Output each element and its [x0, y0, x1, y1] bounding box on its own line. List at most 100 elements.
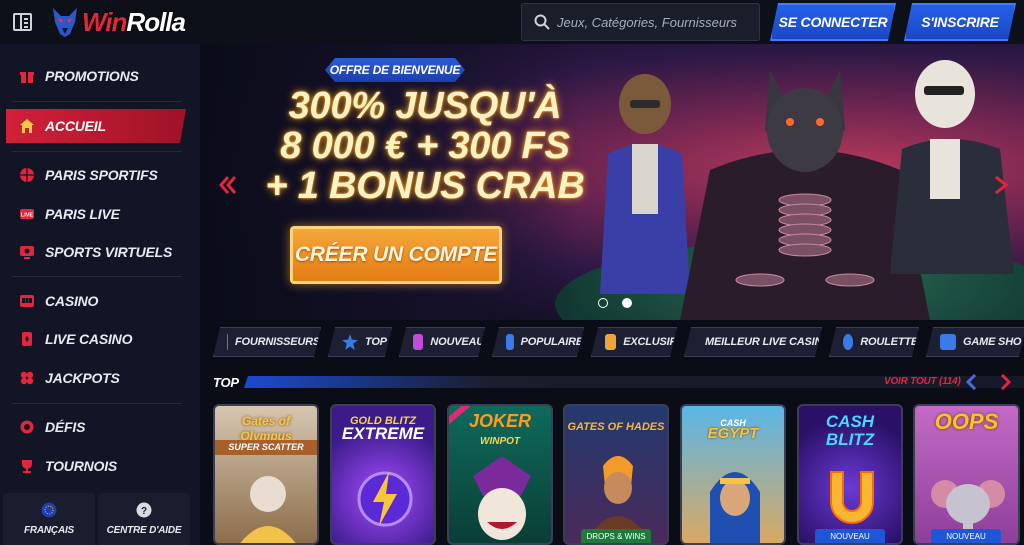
game-card-gold-blitz-extreme[interactable]: GOLD BLITZ EXTREME	[330, 404, 436, 545]
signup-button[interactable]: S'INSCRIRE	[904, 3, 1016, 41]
divider	[12, 101, 182, 102]
game-subtitle: EGYPT	[707, 425, 759, 442]
category-chip-nouveau[interactable]: NOUVEAU	[399, 327, 485, 357]
help-center-button[interactable]: ? CENTRE D'AIDE	[98, 493, 190, 545]
game-badge: NOUVEAU	[815, 529, 885, 543]
sidebar-item-promotions[interactable]: PROMOTIONS	[0, 59, 200, 93]
category-label: EXCLUSIF	[623, 336, 676, 348]
game-badge: NOUVEAU	[931, 529, 1001, 543]
language-selector[interactable]: FRANÇAIS	[3, 493, 95, 545]
offer-tag: OFFRE DE BIENVENUE	[325, 58, 465, 82]
logo-text-red: Win	[82, 6, 127, 37]
sidebar-item-label: PARIS SPORTIFS	[45, 167, 158, 183]
cards-icon	[19, 331, 35, 347]
hero-next-arrow-icon[interactable]	[992, 175, 1012, 195]
zeus-illustration	[240, 476, 296, 543]
help-label: CENTRE D'AIDE	[106, 525, 182, 536]
star-icon	[342, 334, 358, 350]
game-title: JOKER	[468, 411, 531, 431]
game-card-joker-winpot[interactable]: JOKER WINPOT	[447, 404, 553, 545]
character-illustration-right	[890, 60, 1014, 274]
sidebar-item-paris-sportifs[interactable]: PARIS SPORTIFS	[0, 158, 200, 192]
sidebar-item-accueil[interactable]: ACCUEIL	[6, 109, 186, 143]
top-section-header: TOP VOIR TOUT (114)	[200, 364, 1024, 400]
sidebar-item-label: SPORTS VIRTUELS	[45, 244, 173, 260]
see-all-link[interactable]: VOIR TOUT (114)	[884, 376, 961, 387]
search-input[interactable]	[557, 14, 747, 30]
menu-toggle-icon[interactable]	[13, 13, 32, 31]
sidebar: PROMOTIONS ACCUEIL PARIS SPORTIFS LIVE P…	[0, 44, 200, 545]
games-next-arrow-icon[interactable]	[996, 374, 1014, 390]
logo-text-white: Rolla	[126, 6, 186, 37]
sidebar-item-label: ACCUEIL	[45, 118, 106, 134]
login-button[interactable]: SE CONNECTER	[770, 3, 896, 41]
category-chip-roulette[interactable]: ROULETTE	[829, 327, 919, 357]
sidebar-item-label: LIVE CASINO	[45, 331, 133, 347]
category-chip-exclusif[interactable]: EXCLUSIF	[591, 327, 677, 357]
hero-banner[interactable]: OFFRE DE BIENVENUE 300% JUSQU'À 8 000 € …	[200, 44, 1024, 320]
category-bar: FOURNISSEURS TOP NOUVEAU POPULAIRE EXCLU…	[200, 320, 1024, 364]
home-icon	[19, 118, 35, 134]
exclusive-icon	[605, 334, 616, 350]
virtual-sports-icon	[19, 244, 35, 260]
hero-title-line2: 8 000 € + 300 FS	[280, 125, 570, 167]
slide-dot-2[interactable]	[622, 298, 632, 308]
create-account-button[interactable]: CRÉER UN COMPTE	[290, 226, 502, 284]
lightning-bolt-illustration	[357, 471, 413, 527]
game-card-gates-of-olympus[interactable]: Gates of Olympus SUPER SCATTER	[213, 404, 319, 545]
search-box[interactable]	[521, 3, 760, 41]
help-icon: ?	[136, 502, 152, 518]
live-icon: LIVE	[19, 206, 35, 222]
cleopatra-illustration	[710, 472, 760, 543]
new-icon	[413, 334, 423, 350]
gift-icon	[19, 68, 35, 84]
game-subtitle: EXTREME	[341, 424, 425, 443]
logo-text: WinRolla	[82, 6, 186, 38]
game-show-icon	[940, 334, 956, 350]
category-chip-game-show[interactable]: GAME SHO	[926, 327, 1024, 357]
category-label: POPULAIRE	[520, 336, 583, 348]
hero-title: 300% JUSQU'À 8 000 € + 300 FS + 1 BONUS …	[260, 86, 590, 206]
divider	[12, 151, 182, 152]
slot-machine-icon	[19, 293, 35, 309]
language-label: FRANÇAIS	[23, 525, 75, 536]
slide-dots	[598, 298, 632, 308]
search-icon	[534, 14, 550, 30]
category-chip-meilleur-live-casino[interactable]: MEILLEUR LIVE CASINO	[684, 327, 822, 357]
category-label: NOUVEAU	[430, 336, 484, 348]
game-card-gates-of-hades[interactable]: GATES OF HADES DROPS & WINS	[563, 404, 669, 545]
sidebar-item-paris-live[interactable]: LIVE PARIS LIVE	[0, 197, 200, 231]
category-chip-top[interactable]: TOP	[328, 327, 392, 357]
game-card-cash-egypt[interactable]: CASH EGYPT	[680, 404, 786, 545]
sidebar-item-live-casino[interactable]: LIVE CASINO	[0, 322, 200, 356]
games-prev-arrow-icon[interactable]	[964, 374, 982, 390]
sidebar-item-tournois[interactable]: TOURNOIS	[0, 449, 200, 483]
logo[interactable]: WinRolla	[50, 4, 186, 40]
game-card-cash-blitz[interactable]: CASH BLITZ NOUVEAU	[797, 404, 903, 545]
game-card-oops[interactable]: OOPS NOUVEAU	[913, 404, 1020, 545]
svg-text:?: ?	[141, 506, 147, 517]
sidebar-item-sports-virtuels[interactable]: SPORTS VIRTUELS	[0, 235, 200, 269]
divider	[12, 403, 182, 404]
game-subtitle: SUPER SCATTER	[215, 440, 317, 455]
top-bar: WinRolla SE CONNECTER S'INSCRIRE	[0, 0, 1024, 44]
eu-flag-icon	[41, 502, 57, 518]
providers-icon	[227, 334, 228, 350]
category-chip-populaire[interactable]: POPULAIRE	[492, 327, 584, 357]
slide-dot-1[interactable]	[598, 298, 608, 308]
sidebar-item-label: DÉFIS	[45, 419, 86, 435]
category-chip-fournisseurs[interactable]: FOURNISSEURS	[213, 327, 321, 357]
joker-illustration	[473, 456, 531, 540]
hero-prev-arrow-icon[interactable]	[218, 175, 238, 195]
divider	[12, 276, 182, 277]
basketball-icon	[19, 167, 35, 183]
sidebar-item-defis[interactable]: DÉFIS	[0, 410, 200, 444]
game-title: CASH	[825, 412, 875, 431]
trophy-icon	[19, 458, 35, 474]
sidebar-item-jackpots[interactable]: JACKPOTS	[0, 361, 200, 395]
sidebar-item-label: PARIS LIVE	[45, 206, 120, 222]
clover-icon	[19, 370, 35, 386]
sidebar-item-casino[interactable]: CASINO	[0, 284, 200, 318]
sidebar-item-label: TOURNOIS	[45, 458, 118, 474]
category-label: TOP	[365, 336, 387, 348]
